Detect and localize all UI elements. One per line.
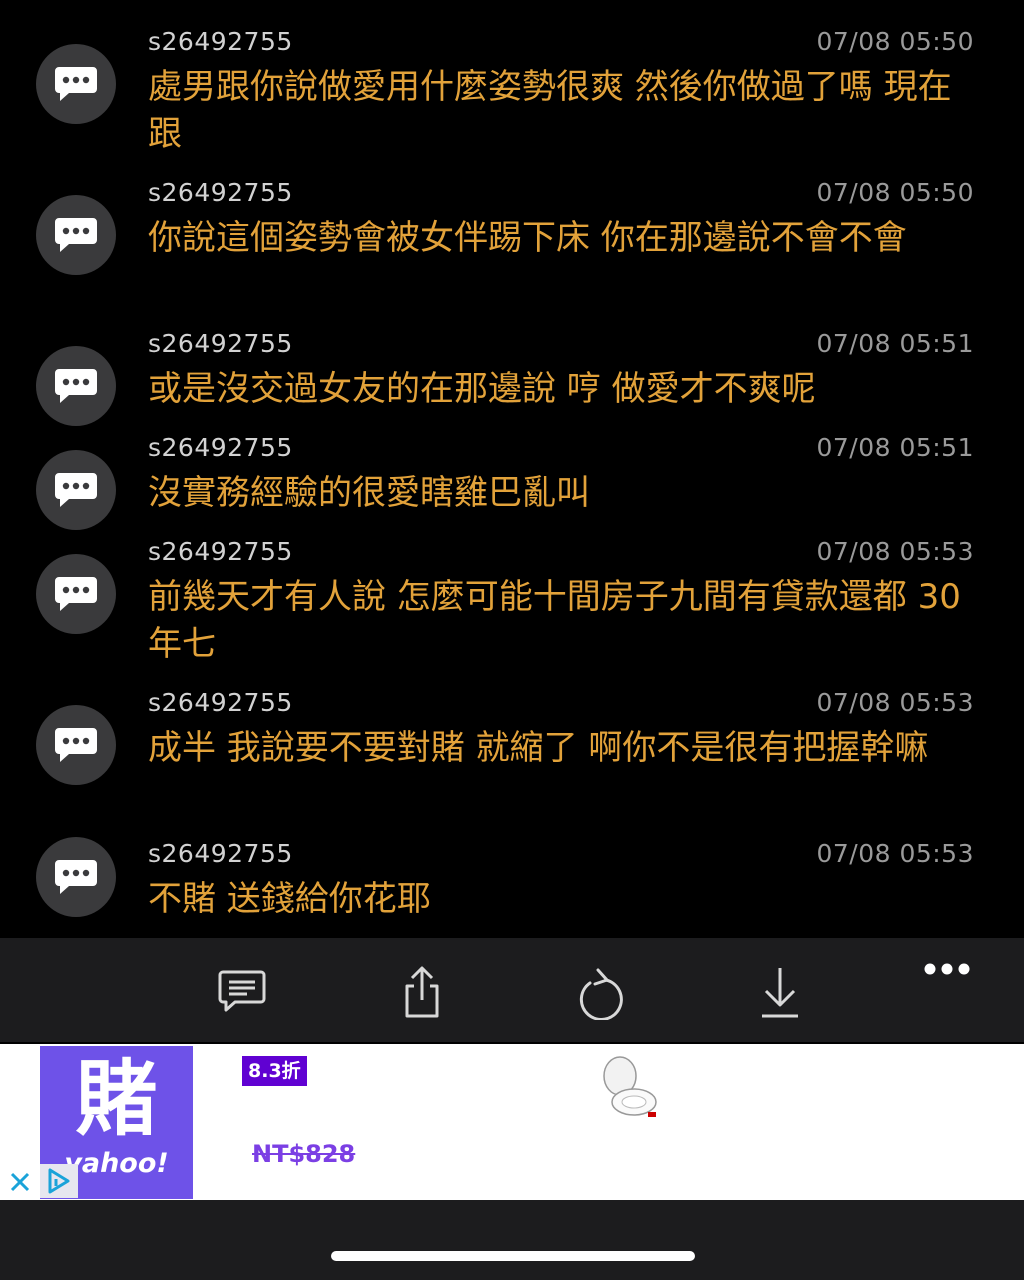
comment-item: s26492755 07/08 05:51 或是沒交過女友的在那邊說 哼 做愛才… bbox=[0, 322, 1024, 426]
avatar[interactable] bbox=[36, 346, 116, 426]
share-button[interactable] bbox=[392, 962, 452, 1022]
ad-banner[interactable]: 賭 yahoo! 8.3折 NT$828 bbox=[0, 1044, 1024, 1200]
comment-author[interactable]: s26492755 bbox=[148, 433, 293, 462]
comment-item: s26492755 07/08 05:53 前幾天才有人說 怎麼可能十間房子九間… bbox=[0, 530, 1024, 670]
comment-time: 07/08 05:50 bbox=[816, 27, 974, 56]
comment-item: s26492755 07/08 05:53 不賭 送錢給你花耶 bbox=[0, 832, 1024, 932]
download-icon bbox=[762, 968, 798, 1018]
chat-bubble-icon bbox=[55, 473, 97, 507]
discount-badge: 8.3折 bbox=[242, 1056, 307, 1086]
avatar[interactable] bbox=[36, 554, 116, 634]
chat-bubble-icon bbox=[55, 218, 97, 252]
comment-item: s26492755 07/08 05:53 成半 我說要不要對賭 就縮了 啊你不… bbox=[0, 681, 1024, 821]
bottom-toolbar bbox=[0, 938, 1024, 1042]
avatar[interactable] bbox=[36, 837, 116, 917]
comment-author[interactable]: s26492755 bbox=[148, 329, 293, 358]
comment-icon bbox=[218, 970, 266, 1012]
comment-author[interactable]: s26492755 bbox=[148, 27, 293, 56]
avatar[interactable] bbox=[36, 450, 116, 530]
original-price: NT$828 bbox=[252, 1140, 356, 1168]
chat-bubble-icon bbox=[55, 860, 97, 894]
toilet-seat-icon bbox=[603, 1056, 657, 1117]
comment-item: s26492755 07/08 05:50 處男跟你說做愛用什麼姿勢很爽 然後你… bbox=[0, 20, 1024, 160]
comment-list: s26492755 07/08 05:50 處男跟你說做愛用什麼姿勢很爽 然後你… bbox=[0, 0, 1024, 938]
adchoices-icon bbox=[40, 1164, 78, 1198]
comment-author[interactable]: s26492755 bbox=[148, 537, 293, 566]
refresh-button[interactable] bbox=[571, 962, 631, 1022]
share-icon bbox=[405, 966, 439, 1018]
comment-text: 你說這個姿勢會被女伴踢下床 你在那邊說不會不會 bbox=[148, 218, 907, 258]
comment-text: 不賭 送錢給你花耶 bbox=[148, 879, 431, 919]
ad-close-button[interactable] bbox=[6, 1168, 34, 1196]
comment-author[interactable]: s26492755 bbox=[148, 688, 293, 717]
avatar[interactable] bbox=[36, 195, 116, 275]
comment-item: s26492755 07/08 05:50 你說這個姿勢會被女伴踢下床 你在那邊… bbox=[0, 171, 1024, 311]
chat-bubble-icon bbox=[55, 577, 97, 611]
bottom-safe-area bbox=[0, 1200, 1024, 1280]
refresh-icon bbox=[579, 968, 623, 1020]
avatar[interactable] bbox=[36, 705, 116, 785]
comment-text: 處男跟你說做愛用什麼姿勢很爽 然後你做過了嗎 現在跟 bbox=[148, 67, 952, 154]
chat-bubble-icon bbox=[55, 369, 97, 403]
product-image[interactable] bbox=[596, 1054, 662, 1124]
comment-text: 沒實務經驗的很愛瞎雞巴亂叫 bbox=[148, 473, 590, 513]
comment-text: 或是沒交過女友的在那邊說 哼 做愛才不爽呢 bbox=[148, 369, 816, 409]
download-button[interactable] bbox=[750, 962, 810, 1022]
chat-bubble-icon bbox=[55, 67, 97, 101]
home-indicator[interactable] bbox=[331, 1251, 695, 1261]
comment-time: 07/08 05:53 bbox=[816, 688, 974, 717]
comment-time: 07/08 05:51 bbox=[816, 329, 974, 358]
comment-time: 07/08 05:51 bbox=[816, 433, 974, 462]
comment-time: 07/08 05:50 bbox=[816, 178, 974, 207]
logo-character: 賭 bbox=[75, 1052, 158, 1147]
comment-time: 07/08 05:53 bbox=[816, 537, 974, 566]
more-icon bbox=[924, 963, 970, 975]
avatar[interactable] bbox=[36, 44, 116, 124]
comment-item: s26492755 07/08 05:51 沒實務經驗的很愛瞎雞巴亂叫 bbox=[0, 426, 1024, 530]
comment-button[interactable] bbox=[212, 962, 272, 1022]
ad-choices-button[interactable] bbox=[40, 1164, 78, 1198]
more-button[interactable] bbox=[918, 956, 978, 986]
comment-text: 成半 我說要不要對賭 就縮了 啊你不是很有把握幹嘛 bbox=[148, 728, 929, 768]
comment-text: 前幾天才有人說 怎麼可能十間房子九間有貸款還都 30 年七 bbox=[148, 577, 961, 664]
comment-time: 07/08 05:53 bbox=[816, 839, 974, 868]
comment-author[interactable]: s26492755 bbox=[148, 178, 293, 207]
comment-author[interactable]: s26492755 bbox=[148, 839, 293, 868]
close-icon bbox=[10, 1172, 30, 1192]
chat-bubble-icon bbox=[55, 728, 97, 762]
